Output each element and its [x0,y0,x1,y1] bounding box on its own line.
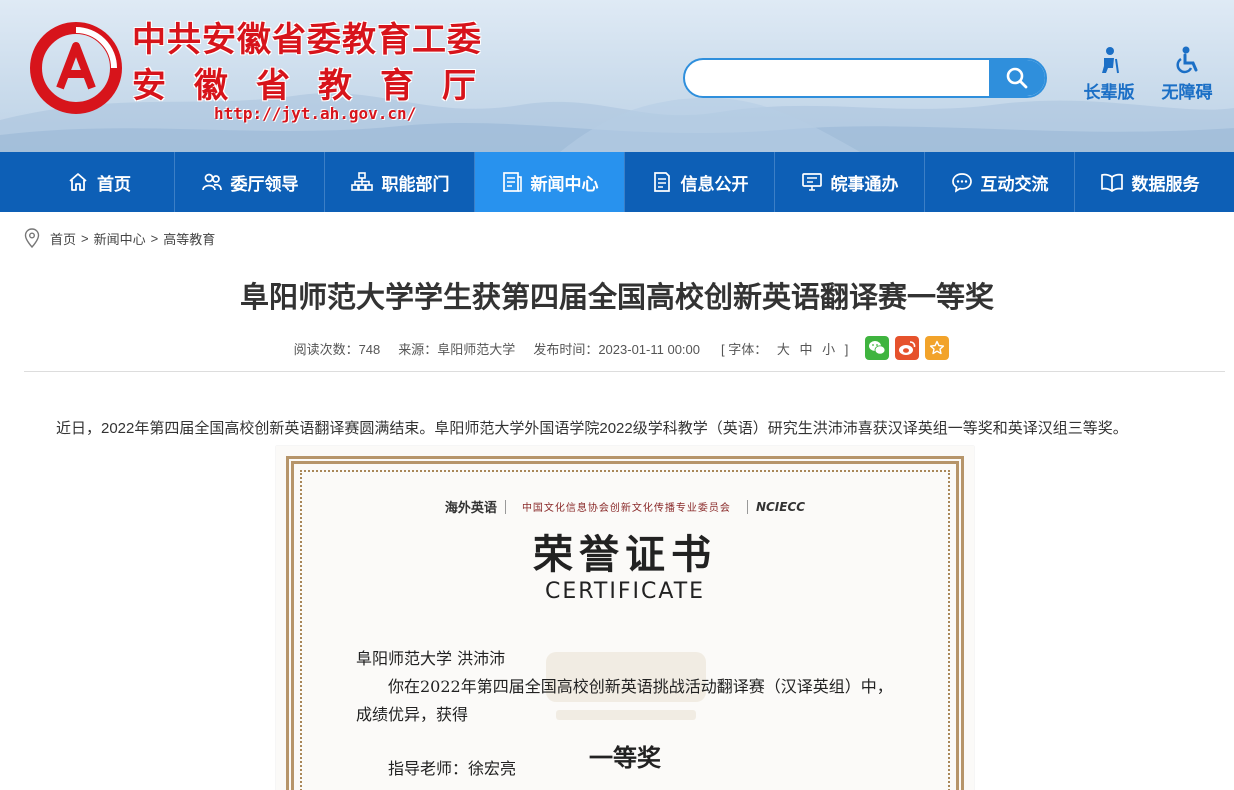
nav-item-info-disclosure[interactable]: 信息公开 [624,152,774,212]
search-input[interactable] [685,60,991,96]
weibo-icon [899,341,916,355]
certificate-image: 海外英语 中国文化信息协会创新文化传播专业委员会 NCIECC 荣誉证书 CER… [276,446,974,790]
nav-item-interaction[interactable]: 互动交流 [924,152,1074,212]
accessibility-label: 无障碍 [1161,83,1213,103]
breadcrumb-news[interactable]: 新闻中心 [94,229,146,248]
article-source: 来源：阜阳师范大学 [398,341,516,357]
certificate-line1: 你在2022年第四届全国高校创新英语挑战活动翻译赛（汉译英组）中， [388,677,893,696]
nav-label: 皖事通办 [830,174,899,195]
site-title-line1[interactable]: 中共安徽省委教育工委 [132,18,482,62]
certificate-recipient: 阜阳师范大学 洪沛沛 [356,649,506,668]
emblem-logo-icon[interactable] [30,22,122,114]
search-button[interactable] [989,60,1045,96]
nav-item-data-service[interactable]: 数据服务 [1074,152,1224,212]
nav-label: 委厅领导 [230,174,299,195]
nav-item-home[interactable]: 首页 [24,152,174,212]
meta-divider [24,371,1225,372]
certificate-teacher: 指导老师：徐宏亮 [388,759,517,778]
breadcrumb-separator: > [150,230,159,246]
nav-label: 新闻中心 [530,174,599,195]
nav-item-services[interactable]: 皖事通办 [774,152,924,212]
font-size-medium[interactable]: 中 [800,342,813,357]
certificate-award: 一等奖 [589,743,661,772]
certificate-subtitle: CERTIFICATE [544,579,706,604]
site-title-line2[interactable]: 安徽省教育厅 [132,64,504,108]
home-icon [69,173,87,191]
nav-item-departments[interactable]: 职能部门 [324,152,474,212]
search-icon [1006,67,1028,89]
share-weibo-button[interactable] [895,336,920,360]
nav-item-leaders[interactable]: 委厅领导 [174,152,324,212]
breadcrumb-category[interactable]: 高等教育 [163,229,215,248]
star-icon [930,340,945,355]
certificate-logo-3: NCIECC [755,499,806,514]
breadcrumb-separator: > [81,230,89,246]
elder-mode-button[interactable]: 长辈版 [1074,46,1144,106]
favorite-button[interactable] [925,336,950,360]
nav-label: 互动交流 [980,174,1049,195]
elder-mode-label: 长辈版 [1083,83,1135,103]
nav-label: 数据服务 [1131,174,1200,195]
certificate-logo-2: 中国文化信息协会创新文化传播专业委员会 [521,503,731,514]
certificate-line2: 成绩优异，获得 [356,705,469,724]
article-meta: 阅读次数：748 来源：阜阳师范大学 发布时间：2023-01-11 00:00… [0,336,1234,360]
chat-icon [951,173,972,193]
publish-date: 发布时间：2023-01-11 00:00 [533,341,701,357]
location-pin-icon [24,228,40,248]
font-size-selector: [ 字体： 大 中 小 ] [721,341,849,357]
nav-label: 首页 [97,174,131,195]
share-wechat-button[interactable] [865,336,890,360]
site-url: http://jyt.ah.gov.cn/ [214,104,417,123]
view-count: 阅读次数：748 [293,341,381,357]
people-icon [201,173,222,191]
monitor-icon [801,173,822,191]
breadcrumb-home[interactable]: 首页 [50,229,76,248]
certificate-logo-1: 海外英语 [444,501,497,516]
news-icon [502,172,522,192]
document-icon [653,172,670,192]
breadcrumb: 首页 > 新闻中心 > 高等教育 [24,228,215,248]
certificate-logos: 海外英语 中国文化信息协会创新文化传播专业委员会 NCIECC [276,497,974,516]
font-size-small[interactable]: 小 [822,342,835,357]
nav-item-news[interactable]: 新闻中心 [474,152,624,212]
font-size-large[interactable]: 大 [777,342,790,357]
wechat-icon [869,341,886,355]
accessibility-button[interactable]: 无障碍 [1152,46,1222,106]
elder-icon [1102,47,1119,74]
article-title: 阜阳师范大学学生获第四届全国高校创新英语翻译赛一等奖 [239,280,994,314]
site-header: 中共安徽省委教育工委 安徽省教育厅 http://jyt.ah.gov.cn/ … [0,0,1234,152]
certificate-title: 荣誉证书 [533,531,717,578]
nav-label: 职能部门 [381,174,450,195]
nav-label: 信息公开 [680,174,749,195]
main-nav: 首页 委厅领导 职能部门 新闻中心 信息公开 皖事通办 互动交流 数据服务 [0,152,1234,212]
search-box [683,58,1047,98]
org-chart-icon [350,172,373,191]
book-icon [1100,173,1123,192]
article-intro: 近日，2022年第四届全国高校创新英语翻译赛圆满结束。阜阳师范大学外国语学院20… [56,420,1128,437]
wheelchair-icon [1176,46,1198,74]
